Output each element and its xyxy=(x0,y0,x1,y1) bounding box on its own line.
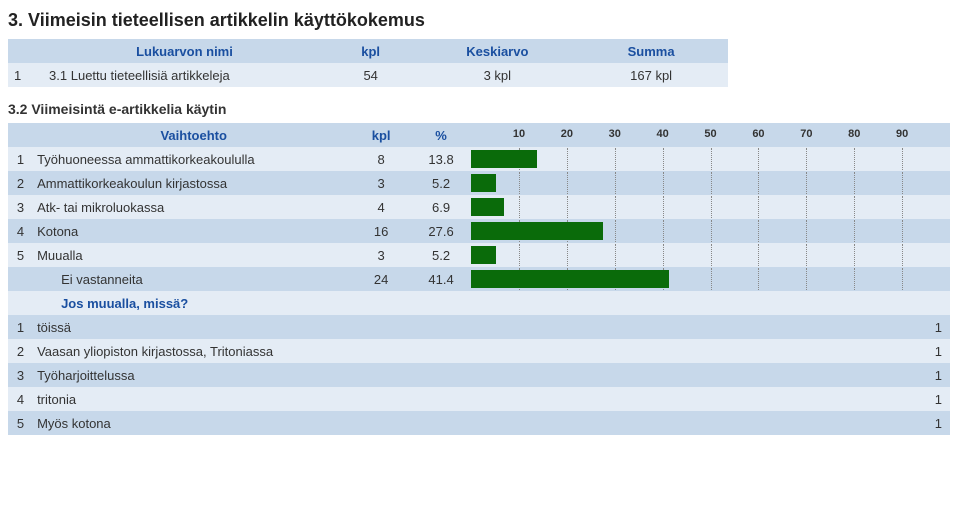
page-title: 3. Viimeisin tieteellisen artikkelin käy… xyxy=(8,10,959,31)
free-text: Työharjoittelussa xyxy=(33,363,351,387)
ei-kpl: 24 xyxy=(351,267,411,291)
chart-cell xyxy=(471,220,950,242)
row-kpl: 4 xyxy=(351,195,411,219)
axis-tick: 40 xyxy=(657,128,669,140)
row-name: Kotona xyxy=(33,219,351,243)
row-kpl: 16 xyxy=(351,219,411,243)
row-sum: 167 kpl xyxy=(574,63,728,87)
axis-tick: 30 xyxy=(609,128,621,140)
free-text-row: 5Myös kotona 1 xyxy=(8,411,950,435)
bar xyxy=(471,270,669,288)
col-keskiarvo: Keskiarvo xyxy=(420,39,574,63)
row-index: 5 xyxy=(8,411,33,435)
row-kpl: 3 xyxy=(351,243,411,267)
ei-label: Ei vastanneita xyxy=(33,267,351,291)
row-kpl: 8 xyxy=(351,147,411,171)
chart-cell xyxy=(471,148,950,170)
row-pct: 5.2 xyxy=(411,243,471,267)
row-name: Atk- tai mikroluokassa xyxy=(33,195,351,219)
bar xyxy=(471,222,603,240)
col-kpl: kpl xyxy=(351,123,411,147)
chart-cell xyxy=(471,244,950,266)
row-kpl: 54 xyxy=(321,63,421,87)
row-pct: 13.8 xyxy=(411,147,471,171)
jos-muualla-row: Jos muualla, missä? xyxy=(8,291,950,315)
bar xyxy=(471,150,537,168)
col-kpl: kpl xyxy=(321,39,421,63)
free-text-row: 3Työharjoittelussa 1 xyxy=(8,363,950,387)
axis-tick: 80 xyxy=(848,128,860,140)
free-count: 1 xyxy=(471,363,950,387)
table-row: 5Muualla35.2 xyxy=(8,243,950,267)
bar xyxy=(471,198,504,216)
row-pct: 27.6 xyxy=(411,219,471,243)
bar xyxy=(471,174,496,192)
row-kpl: 3 xyxy=(351,171,411,195)
row-pct: 5.2 xyxy=(411,171,471,195)
options-table: Vaihtoehto kpl % 102030405060708090 1Työ… xyxy=(8,123,950,435)
col-lukunimi: Lukuarvon nimi xyxy=(48,39,321,63)
row-index: 1 xyxy=(8,315,33,339)
free-text-row: 2Vaasan yliopiston kirjastossa, Tritonia… xyxy=(8,339,950,363)
chart-axis: 10 20 30 40 50 60 70 80 90 xyxy=(471,124,950,146)
row-name: 3.1 Luettu tieteellisiä artikkeleja xyxy=(48,63,321,87)
table-header: Vaihtoehto kpl % 10 20 30 40 50 60 70 80 90 xyxy=(8,123,950,147)
table-row: 3Atk- tai mikroluokassa46.9 xyxy=(8,195,950,219)
jos-label: Jos muualla, missä? xyxy=(33,291,351,315)
row-index: 1 xyxy=(8,63,48,87)
row-avg: 3 kpl xyxy=(420,63,574,87)
table-row: 2Ammattikorkeakoulun kirjastossa35.2 xyxy=(8,171,950,195)
row-index: 3 xyxy=(8,363,33,387)
axis-tick: 90 xyxy=(896,128,908,140)
free-count: 1 xyxy=(471,387,950,411)
ei-vastanneita-row: Ei vastanneita 24 41.4 xyxy=(8,267,950,291)
axis-tick: 70 xyxy=(800,128,812,140)
col-vaihtoehto: Vaihtoehto xyxy=(33,123,351,147)
free-text: töissä xyxy=(33,315,351,339)
row-index: 4 xyxy=(8,219,33,243)
row-index: 1 xyxy=(8,147,33,171)
ei-pct: 41.4 xyxy=(411,267,471,291)
free-text-row: 4tritonia 1 xyxy=(8,387,950,411)
row-index: 2 xyxy=(8,339,33,363)
axis-tick: 50 xyxy=(704,128,716,140)
row-name: Muualla xyxy=(33,243,351,267)
axis-tick: 10 xyxy=(513,128,525,140)
row-index: 2 xyxy=(8,171,33,195)
axis-tick: 60 xyxy=(752,128,764,140)
col-pct: % xyxy=(411,123,471,147)
table-row: 1 3.1 Luettu tieteellisiä artikkeleja 54… xyxy=(8,63,728,87)
table-header: Lukuarvon nimi kpl Keskiarvo Summa xyxy=(8,39,728,63)
col-summa: Summa xyxy=(574,39,728,63)
row-index: 4 xyxy=(8,387,33,411)
bar xyxy=(471,246,496,264)
free-text: tritonia xyxy=(33,387,351,411)
row-name: Ammattikorkeakoulun kirjastossa xyxy=(33,171,351,195)
free-count: 1 xyxy=(471,315,950,339)
row-pct: 6.9 xyxy=(411,195,471,219)
free-text: Vaasan yliopiston kirjastossa, Tritonias… xyxy=(33,339,351,363)
axis-tick: 20 xyxy=(561,128,573,140)
row-name: Työhuoneessa ammattikorkeakoululla xyxy=(33,147,351,171)
summary-table: Lukuarvon nimi kpl Keskiarvo Summa 1 3.1… xyxy=(8,39,728,87)
free-text: Myös kotona xyxy=(33,411,351,435)
free-count: 1 xyxy=(471,411,950,435)
chart-cell xyxy=(471,196,950,218)
row-index: 5 xyxy=(8,243,33,267)
row-index: 3 xyxy=(8,195,33,219)
free-text-row: 1töissä1 xyxy=(8,315,950,339)
free-count: 1 xyxy=(471,339,950,363)
chart-cell xyxy=(471,172,950,194)
section2-title: 3.2 Viimeisintä e-artikkelia käytin xyxy=(8,101,959,117)
table-row: 4Kotona1627.6 xyxy=(8,219,950,243)
chart-cell xyxy=(471,268,950,290)
table-row: 1Työhuoneessa ammattikorkeakoululla813.8 xyxy=(8,147,950,171)
